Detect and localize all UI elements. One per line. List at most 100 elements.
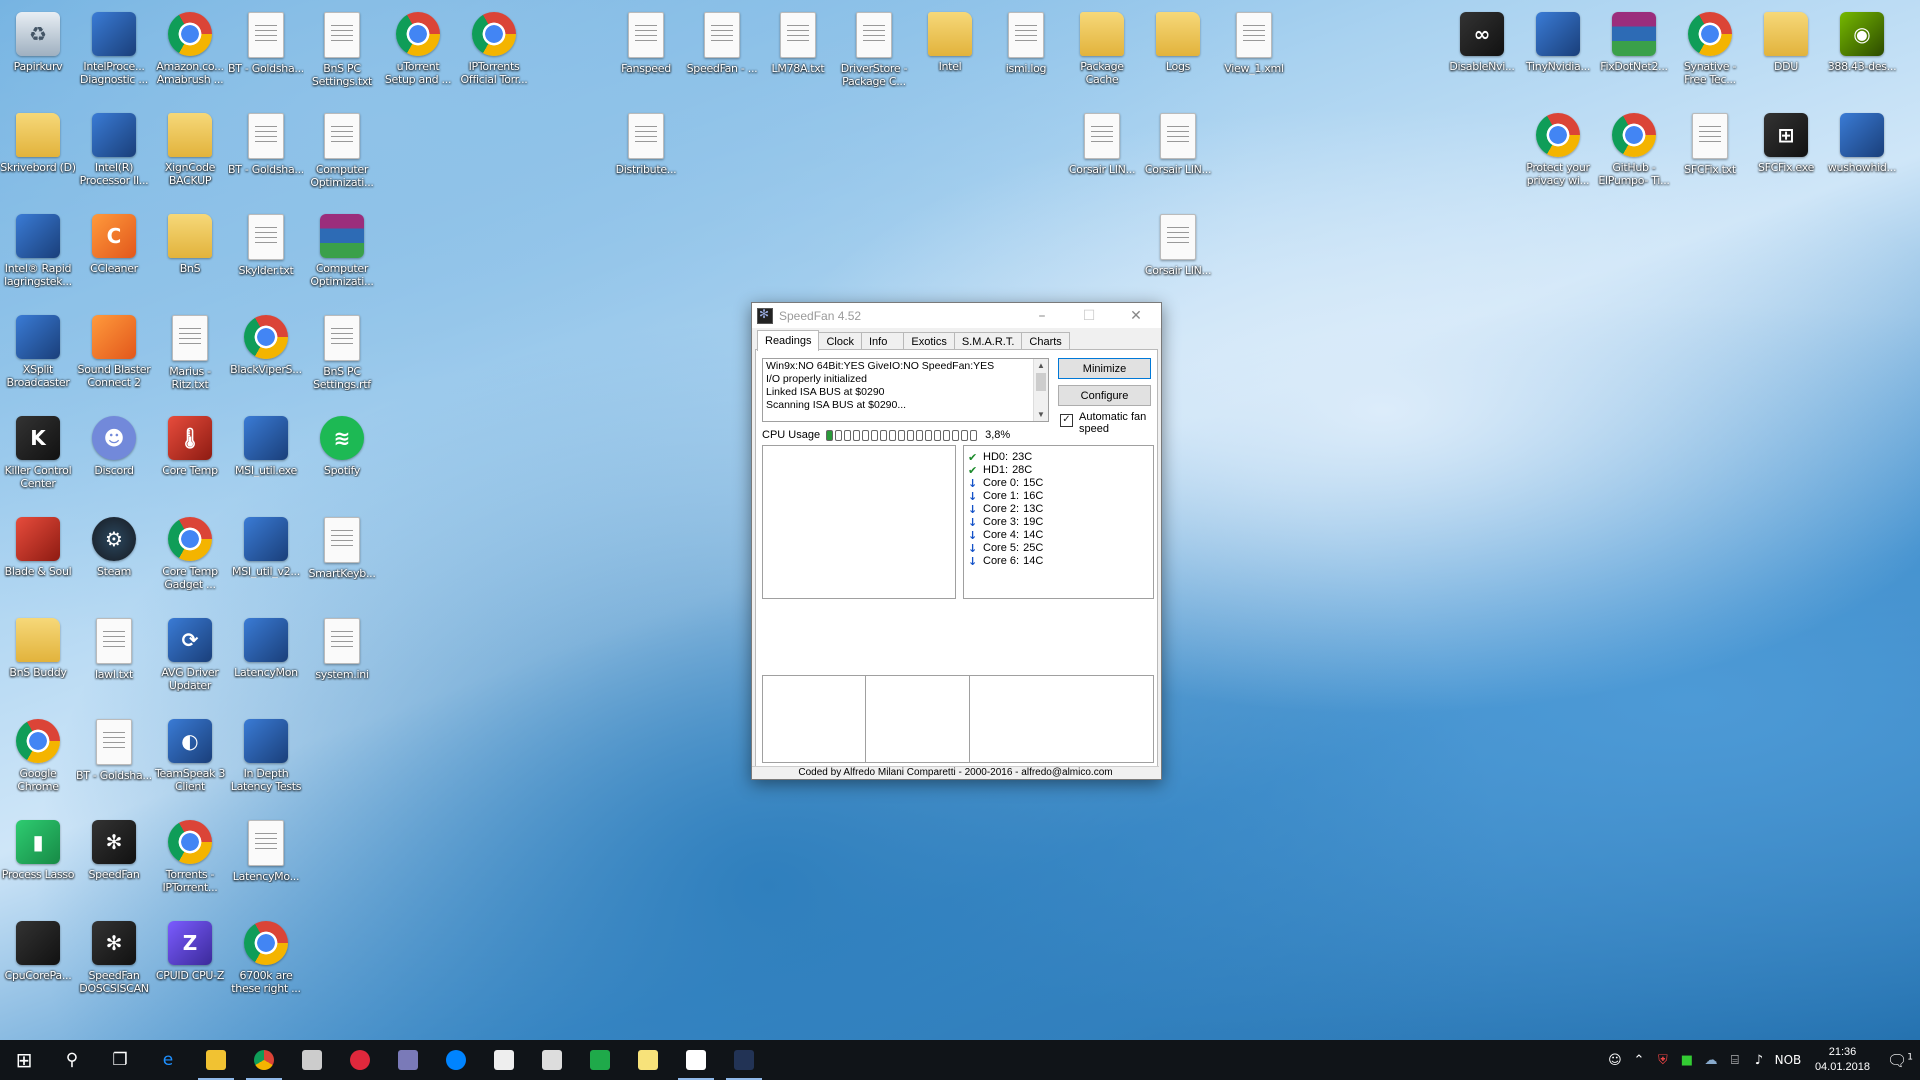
desktop-icon[interactable]: 🌡 Core Temp [152, 408, 228, 504]
desktop-icon[interactable]: ☻ Discord [76, 408, 152, 504]
desktop-icon[interactable]: ⊞ SFCFix.exe [1748, 105, 1824, 201]
desktop-icon[interactable]: SmartKeyb... [304, 509, 380, 605]
onedrive-icon[interactable]: ☁ [1699, 1053, 1723, 1068]
desktop-icon[interactable]: DDU [1748, 4, 1824, 100]
desktop-icon[interactable]: lawl.txt [76, 610, 152, 706]
desktop-icon[interactable]: ✻ SpeedFan [76, 812, 152, 908]
desktop-icon[interactable]: LM78A.txt [760, 4, 836, 100]
desktop-icon[interactable]: LatencyMon [228, 610, 304, 706]
security-tray-icon[interactable]: ⛨ [1651, 1053, 1675, 1068]
process-lasso-icon[interactable] [576, 1040, 624, 1080]
scroll-thumb[interactable] [1036, 373, 1046, 391]
desktop-icon[interactable]: Intel® Rapid lagringstek... [0, 206, 76, 302]
desktop-icon[interactable]: Corsair LIN... [1140, 105, 1216, 201]
minimize-window-button[interactable]: – [1020, 303, 1064, 328]
desktop-icon[interactable]: Intel [912, 4, 988, 100]
desktop-icon[interactable]: CpuCorePa... [0, 913, 76, 1009]
log-scrollbar[interactable]: ▲ ▼ [1033, 359, 1048, 421]
desktop-icon[interactable]: IPTorrents Official Torr... [456, 4, 532, 100]
green-status-icon[interactable]: ■ [1675, 1053, 1699, 1068]
photos-icon[interactable] [528, 1040, 576, 1080]
desktop-icon[interactable]: BT - Goldsha... [76, 711, 152, 807]
desktop-icon[interactable]: Computer Optimizati... [304, 105, 380, 201]
desktop-icon[interactable]: Core Temp Gadget ... [152, 509, 228, 605]
desktop-icon[interactable]: Sound Blaster Connect 2 [76, 307, 152, 403]
desktop-icon[interactable]: DriverStore - Package C... [836, 4, 912, 100]
network-icon[interactable]: ⌸ [1723, 1053, 1747, 1068]
desktop-icon[interactable]: ∞ DisableNvi... [1444, 4, 1520, 100]
chrome-icon[interactable] [240, 1040, 288, 1080]
desktop-icon[interactable]: ▮ Process Lasso [0, 812, 76, 908]
desktop-icon[interactable]: Corsair LIN... [1064, 105, 1140, 201]
desktop-icon[interactable]: Corsair LIN... [1140, 206, 1216, 302]
notepad-icon[interactable] [624, 1040, 672, 1080]
edge-icon[interactable]: e [144, 1040, 192, 1080]
desktop-icon[interactable]: FixDotNet2... [1596, 4, 1672, 100]
desktop-icon[interactable]: ⚙ Steam [76, 509, 152, 605]
action-center-icon[interactable]: 🗨1 [1880, 1051, 1920, 1070]
messenger-badge-icon[interactable] [384, 1040, 432, 1080]
tab-readings[interactable]: Readings [757, 330, 820, 351]
desktop-icon[interactable]: View_1.xml [1216, 4, 1292, 100]
desktop-icon[interactable]: Marius - Ritz.txt [152, 307, 228, 403]
app-red-icon[interactable] [336, 1040, 384, 1080]
show-hidden-icons-icon[interactable]: ⌃ [1627, 1053, 1651, 1068]
speedfan-icon[interactable] [720, 1040, 768, 1080]
desktop-icon[interactable]: LatencyMo... [228, 812, 304, 908]
desktop-icon[interactable]: Skylder.txt [228, 206, 304, 302]
desktop-icon[interactable]: Z CPUID CPU-Z [152, 913, 228, 1009]
desktop-icon[interactable]: C CCleaner [76, 206, 152, 302]
desktop-icon[interactable]: ✻ SpeedFan DOSCSISCAN [76, 913, 152, 1009]
desktop-icon[interactable]: uTorrent Setup and ... [380, 4, 456, 100]
close-window-button[interactable]: ✕ [1114, 303, 1158, 328]
minimize-button[interactable]: Minimize [1058, 358, 1151, 379]
desktop-icon[interactable]: Google Chrome [0, 711, 76, 807]
maximize-window-button[interactable]: ☐ [1067, 303, 1111, 328]
desktop-icon[interactable]: Amazon.co... Amabrush ... [152, 4, 228, 100]
desktop-icon[interactable]: Computer Optimizati... [304, 206, 380, 302]
desktop-icon[interactable]: BT - Goldsha... [228, 4, 304, 100]
desktop-icon[interactable]: Blade & Soul [0, 509, 76, 605]
desktop-icon[interactable]: BnS PC Settings.txt [304, 4, 380, 100]
people-icon[interactable]: ☺ [1603, 1053, 1627, 1068]
windows-start-icon[interactable]: ⊞ [0, 1040, 48, 1080]
file-explorer-icon[interactable] [192, 1040, 240, 1080]
desktop-icon[interactable]: 6700k are these right ... [228, 913, 304, 1009]
desktop-icon[interactable]: BnS [152, 206, 228, 302]
messenger-icon[interactable] [432, 1040, 480, 1080]
automatic-fan-speed[interactable]: ✓ Automatic fan speed [1060, 411, 1153, 435]
desktop-icon[interactable]: Logs [1140, 4, 1216, 100]
desktop-icon[interactable]: Synative - Free Tec... [1672, 4, 1748, 100]
desktop-icon[interactable]: XignCode BACKUP [152, 105, 228, 201]
desktop-icon[interactable]: Intel(R) Processor Il... [76, 105, 152, 201]
media-icon[interactable] [672, 1040, 720, 1080]
desktop-icon[interactable]: TinyNvidia... [1520, 4, 1596, 100]
desktop-icon[interactable]: ♻ Papirkurv [0, 4, 76, 100]
configure-button[interactable]: Configure [1058, 385, 1151, 406]
desktop-icon[interactable]: BlackViperS... [228, 307, 304, 403]
desktop-icon[interactable]: Torrents - IPTorrent... [152, 812, 228, 908]
desktop-icon[interactable]: Skrivebord (D) [0, 105, 76, 201]
desktop-icon[interactable]: GitHub - ElPumpo- Ti... [1596, 105, 1672, 201]
desktop-icon[interactable]: Distribute... [608, 105, 684, 201]
clock[interactable]: 21:36 04.01.2018 [1815, 1045, 1870, 1075]
desktop-icon[interactable]: BnS PC Settings.rtf [304, 307, 380, 403]
mail-icon[interactable] [480, 1040, 528, 1080]
desktop-icon[interactable]: SpeedFan - ... [684, 4, 760, 100]
desktop-icon[interactable]: Fanspeed [608, 4, 684, 100]
desktop-icon[interactable]: SFCFix.txt [1672, 105, 1748, 201]
language-indicator[interactable]: NOB [1771, 1053, 1805, 1067]
desktop-icon[interactable]: BT - Goldsha... [228, 105, 304, 201]
desktop-icon[interactable]: ⟳ AVG Driver Updater [152, 610, 228, 706]
automatic-fan-speed-checkbox[interactable]: ✓ [1060, 414, 1073, 427]
desktop-icon[interactable]: IntelProce... Diagnostic ... [76, 4, 152, 100]
scroll-up-icon[interactable]: ▲ [1034, 359, 1048, 372]
volume-icon[interactable]: ♪ [1747, 1053, 1771, 1068]
security-app-icon[interactable] [288, 1040, 336, 1080]
title-bar[interactable]: SpeedFan 4.52 – ☐ ✕ [752, 303, 1161, 328]
desktop-icon[interactable]: MSI_util_v2... [228, 509, 304, 605]
desktop-icon[interactable]: In Depth Latency Tests [228, 711, 304, 807]
task-view-icon[interactable]: ❐ [96, 1040, 144, 1080]
log-box[interactable]: Win9x:NO 64Bit:YES GiveIO:NO SpeedFan:YE… [762, 358, 1049, 422]
desktop-icon[interactable]: ismi.log [988, 4, 1064, 100]
